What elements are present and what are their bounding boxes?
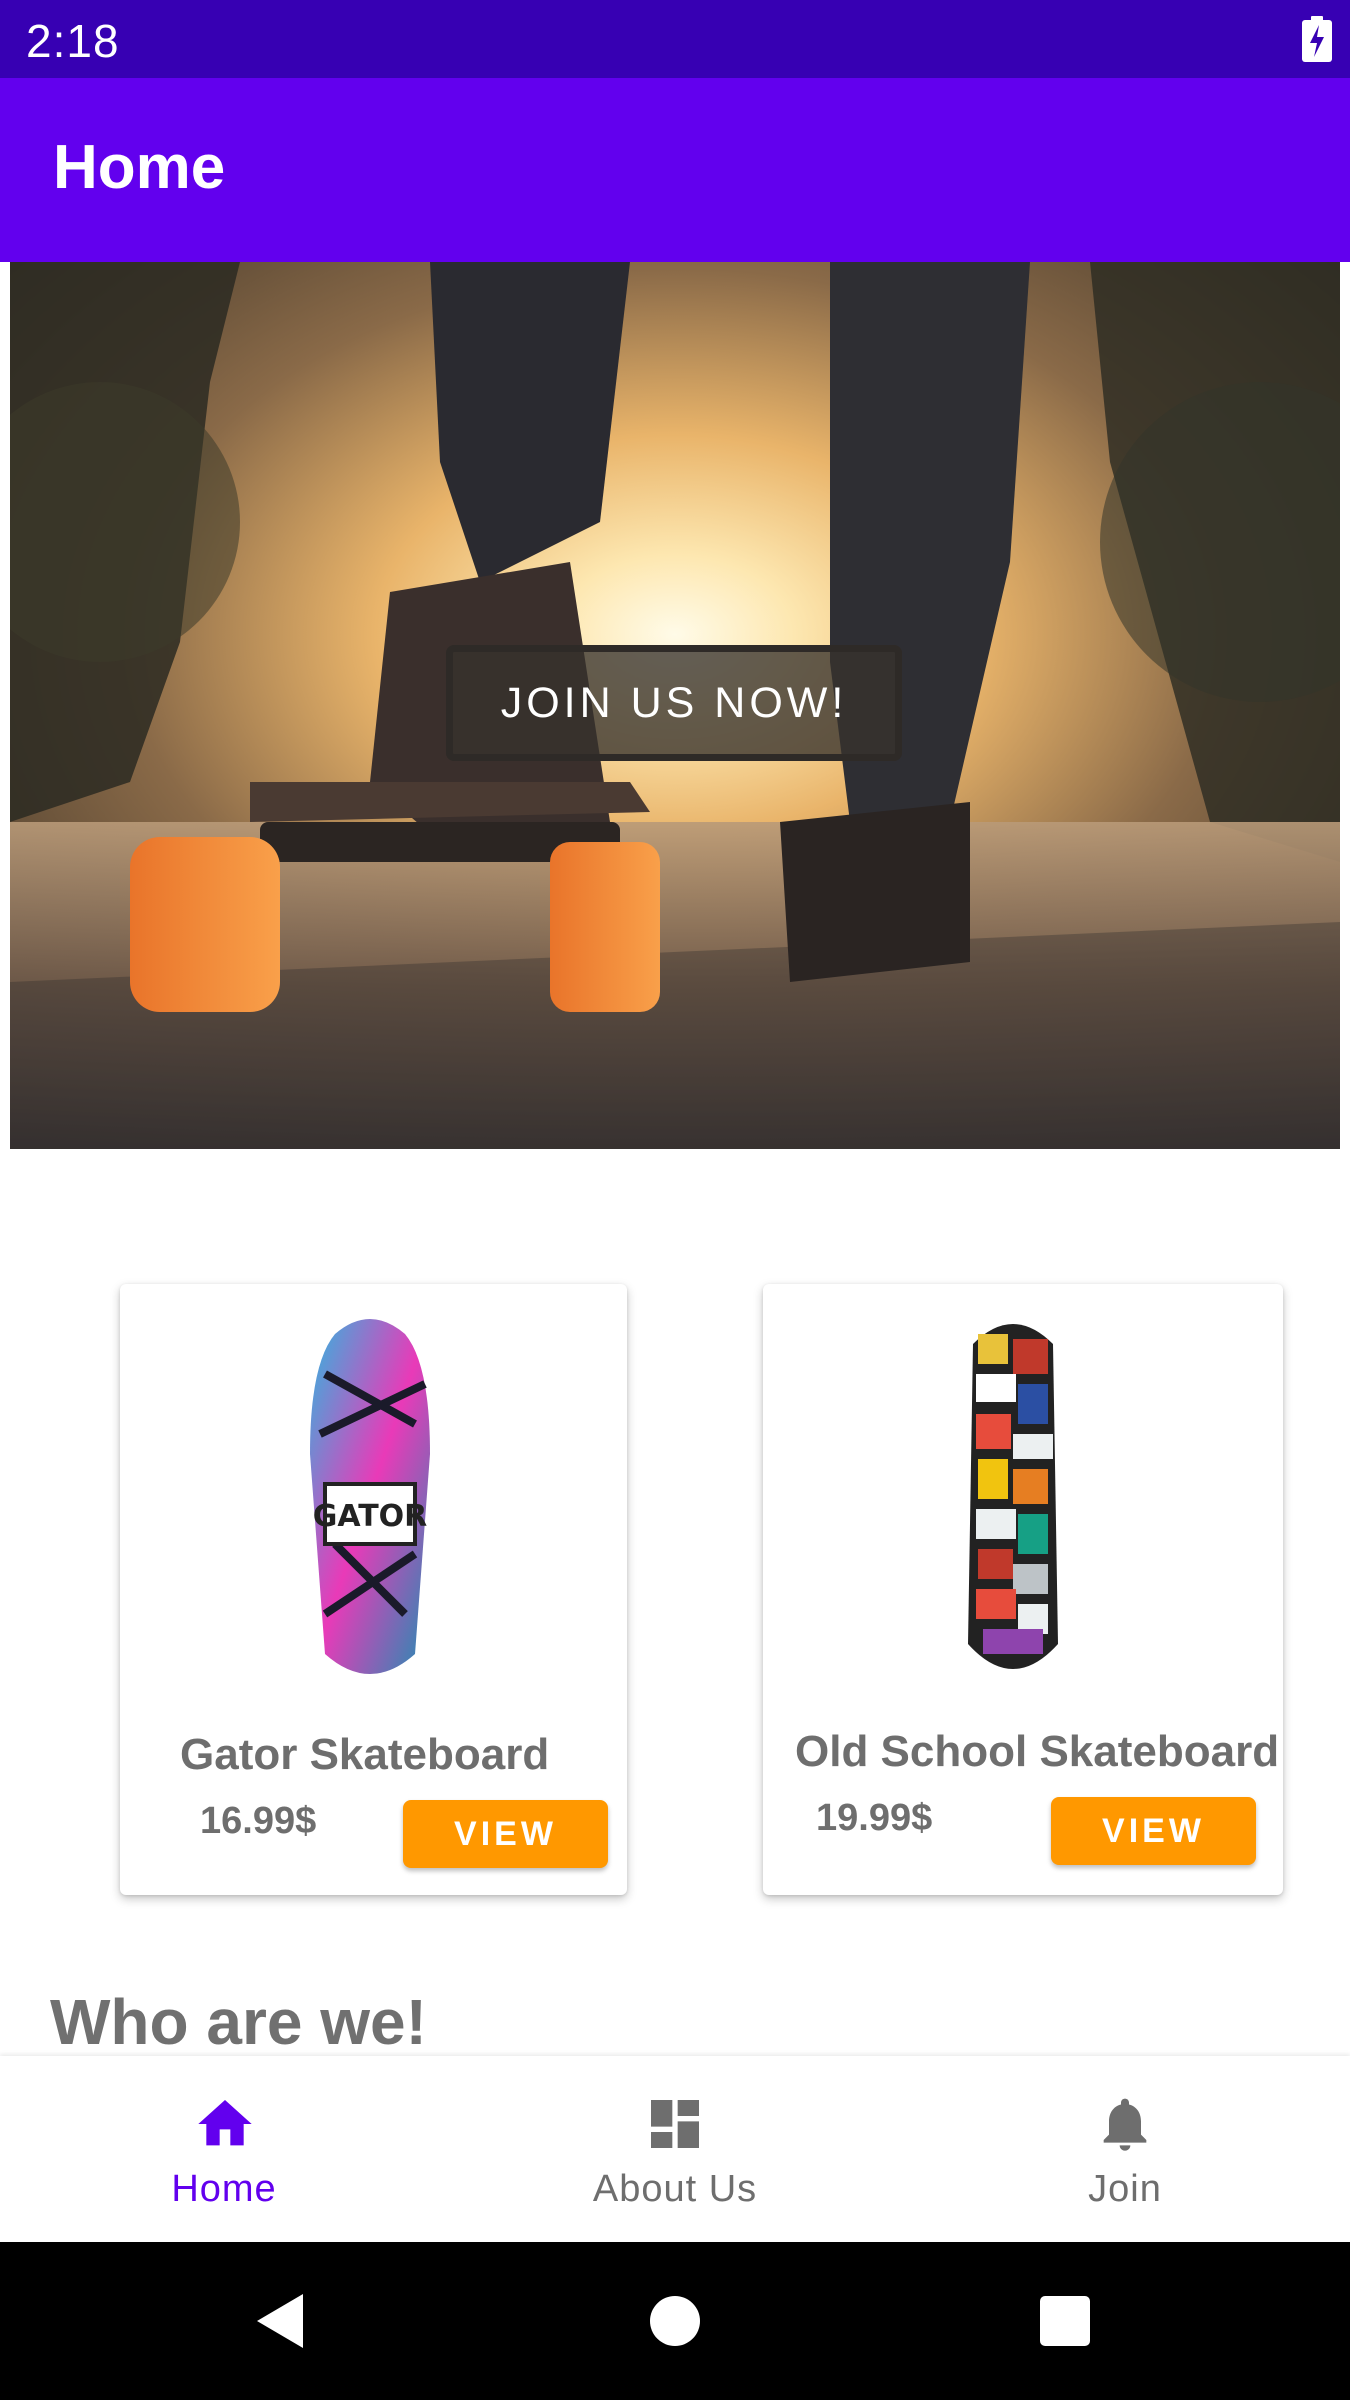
nav-item-about-us[interactable]: About Us xyxy=(450,2056,900,2242)
old-school-skateboard-image xyxy=(968,1324,1058,1669)
view-button[interactable]: VIEW xyxy=(1051,1797,1256,1865)
section-heading: Who are we! xyxy=(50,1986,427,2058)
back-icon[interactable] xyxy=(245,2286,315,2356)
nav-item-join[interactable]: Join xyxy=(900,2056,1350,2242)
nav-item-home[interactable]: Home xyxy=(0,2056,450,2242)
product-card[interactable]: Old School Skateboard 19.99$ VIEW xyxy=(763,1284,1283,1895)
app-bar: Home xyxy=(0,78,1350,262)
product-name: Gator Skateboard xyxy=(180,1730,550,1779)
bell-icon xyxy=(1103,2098,1147,2151)
home-icon xyxy=(198,2100,252,2146)
join-us-button[interactable]: JOIN US NOW! xyxy=(446,645,902,761)
status-bar: 2:18 xyxy=(0,0,1350,78)
svg-text:GATOR: GATOR xyxy=(313,1499,428,1534)
product-price: 16.99$ xyxy=(200,1800,317,1842)
products-section: GATOR Gator Skateboard 16.99$ VIEW Old S… xyxy=(0,1150,1350,1924)
view-button[interactable]: VIEW xyxy=(403,1800,608,1868)
home-circle-icon[interactable] xyxy=(640,2286,710,2356)
battery-charging-icon xyxy=(1302,16,1332,62)
product-price: 19.99$ xyxy=(816,1797,933,1839)
nav-label-home: Home xyxy=(171,2168,277,2210)
dashboard-icon xyxy=(651,2100,699,2148)
page-title: Home xyxy=(53,133,226,202)
nav-label-about-us: About Us xyxy=(592,2168,758,2210)
status-time: 2:18 xyxy=(26,15,120,67)
recents-icon[interactable] xyxy=(1030,2286,1100,2356)
product-card[interactable]: GATOR Gator Skateboard 16.99$ VIEW xyxy=(120,1284,627,1895)
bottom-navigation: Home About Us Join xyxy=(0,2056,1350,2242)
hero-banner: JOIN US NOW! xyxy=(10,262,1340,1149)
system-navigation-bar xyxy=(0,2242,1350,2400)
gator-skateboard-image: GATOR xyxy=(310,1319,430,1674)
nav-label-join: Join xyxy=(1088,2168,1162,2210)
product-name: Old School Skateboard xyxy=(795,1727,1280,1776)
